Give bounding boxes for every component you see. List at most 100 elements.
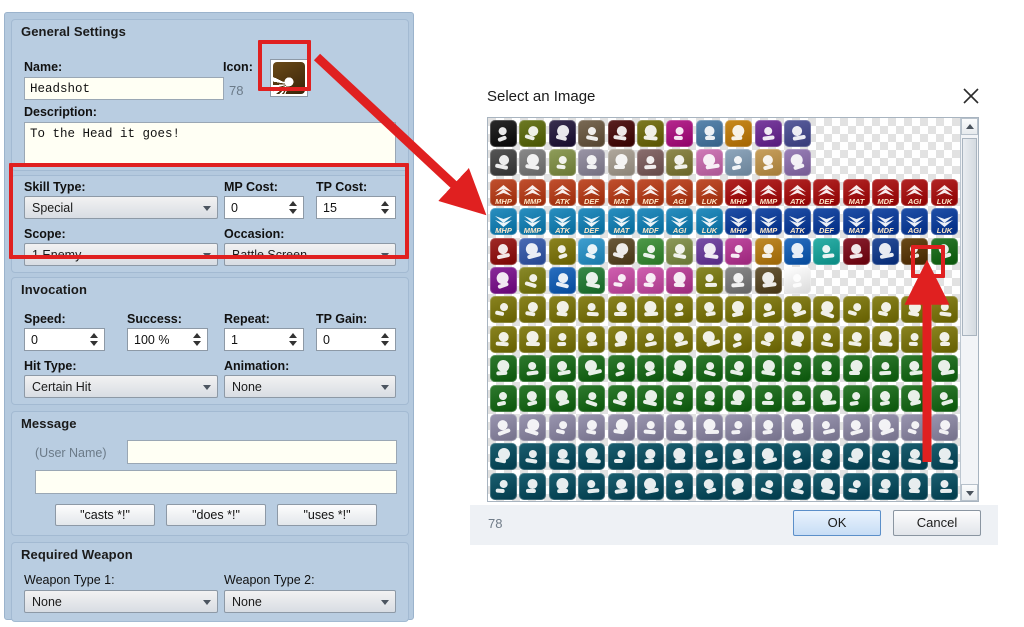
icon-grid-cell[interactable] (665, 384, 694, 413)
icon-grid-cell[interactable] (489, 266, 518, 295)
icon-grid-cell[interactable]: MMP (518, 178, 547, 207)
icon-grid-cell[interactable] (871, 119, 900, 148)
icon-grid-cell[interactable] (871, 325, 900, 354)
icon-grid-cell[interactable] (724, 148, 753, 177)
icon-grid-cell[interactable] (607, 295, 636, 324)
icon-grid-cell[interactable]: DEF (812, 207, 841, 236)
icon-grid-cell[interactable] (812, 295, 841, 324)
icon-grid-cell[interactable] (489, 472, 518, 501)
icon-grid-cell[interactable] (871, 266, 900, 295)
icon-grid-cell[interactable] (665, 119, 694, 148)
description-input[interactable]: To the Head it goes! (24, 122, 396, 167)
icon-grid-cell[interactable] (724, 325, 753, 354)
icon-grid-cell[interactable]: AGI (900, 178, 929, 207)
icon-grid-cell[interactable] (548, 354, 577, 383)
icon-grid-cell[interactable] (812, 119, 841, 148)
icon-grid-cell[interactable] (842, 384, 871, 413)
icon-grid-cell[interactable] (607, 148, 636, 177)
icon-grid-cell[interactable] (783, 237, 812, 266)
icon-grid-cell[interactable] (518, 295, 547, 324)
success-stepper[interactable]: 100 % (127, 328, 208, 351)
icon-grid-cell[interactable] (607, 472, 636, 501)
icon-grid-cell[interactable]: MMP (518, 207, 547, 236)
icon-grid-cell[interactable] (783, 442, 812, 471)
icon-grid-cell[interactable] (783, 413, 812, 442)
icon-grid-cell[interactable] (636, 325, 665, 354)
icon-grid-cell[interactable] (754, 354, 783, 383)
icon-grid-cell[interactable] (636, 148, 665, 177)
icon-grid-cell[interactable] (842, 354, 871, 383)
icon-grid-cell[interactable] (724, 295, 753, 324)
icon-grid-cell[interactable]: MDF (636, 207, 665, 236)
icon-grid-cell[interactable] (665, 472, 694, 501)
skill-type-select[interactable]: Special (24, 196, 218, 219)
stepper-down-icon[interactable] (90, 341, 98, 346)
icon-grid-cell[interactable] (518, 413, 547, 442)
icon-grid-cell[interactable]: MAT (842, 207, 871, 236)
icon-grid-cell[interactable] (930, 266, 959, 295)
hit-type-select[interactable]: Certain Hit (24, 375, 218, 398)
icon-grid-cell[interactable]: MMP (754, 207, 783, 236)
icon-grid-cell[interactable]: MAT (607, 207, 636, 236)
icon-grid-cell[interactable] (489, 413, 518, 442)
icon-grid-cell[interactable] (607, 325, 636, 354)
icon-grid-cell[interactable] (636, 354, 665, 383)
message-line2-input[interactable] (35, 470, 397, 494)
icon-grid-cell[interactable]: ATK (783, 178, 812, 207)
icon-grid-cell[interactable] (489, 354, 518, 383)
icon-grid-cell[interactable]: MHP (724, 207, 753, 236)
icon-grid-cell[interactable]: MHP (724, 178, 753, 207)
icon-grid-cell[interactable] (754, 266, 783, 295)
icon-grid-cell[interactable] (548, 148, 577, 177)
occasion-select[interactable]: Battle Screen (224, 243, 396, 266)
icon-grid-cell[interactable] (930, 295, 959, 324)
icon-grid-cell[interactable] (842, 442, 871, 471)
icon-grid-cell[interactable] (783, 354, 812, 383)
scroll-down-button[interactable] (961, 484, 978, 501)
icon-grid-cell[interactable]: MAT (842, 178, 871, 207)
icon-grid-cell[interactable] (754, 413, 783, 442)
scope-select[interactable]: 1 Enemy (24, 243, 218, 266)
icon-grid-cell[interactable] (695, 148, 724, 177)
icon-grid-cell[interactable]: AGI (665, 178, 694, 207)
icon-grid-cell[interactable] (665, 295, 694, 324)
icon-grid-cell[interactable] (930, 413, 959, 442)
icon-grid-cell[interactable]: AGI (900, 207, 929, 236)
name-input[interactable] (24, 77, 224, 100)
icon-grid-cell[interactable] (489, 325, 518, 354)
icon-grid-cell[interactable] (489, 384, 518, 413)
icon-grid-cell[interactable] (871, 148, 900, 177)
icon-grid-cell[interactable] (812, 325, 841, 354)
preset-uses-button[interactable]: "uses *!" (277, 504, 377, 526)
stepper-down-icon[interactable] (289, 341, 297, 346)
icon-grid-cell[interactable] (695, 295, 724, 324)
weapon-type-1-select[interactable]: None (24, 590, 218, 613)
icon-grid-scroll-viewport[interactable]: MHP MMP ATK DEF MAT MDF AGI LUK MHP MMP ATK DEF MAT M… (488, 118, 960, 501)
stepper-down-icon[interactable] (289, 209, 297, 214)
icon-grid-cell[interactable] (754, 237, 783, 266)
icon-grid-cell[interactable] (900, 442, 929, 471)
icon-grid-cell[interactable] (489, 148, 518, 177)
icon-grid-cell[interactable] (636, 237, 665, 266)
stepper-down-icon[interactable] (381, 209, 389, 214)
icon-grid-cell[interactable] (577, 413, 606, 442)
icon-grid-cell[interactable] (665, 148, 694, 177)
icon-grid-cell[interactable] (665, 266, 694, 295)
icon-grid-cell[interactable] (900, 472, 929, 501)
cancel-button[interactable]: Cancel (893, 510, 981, 536)
icon-grid-cell[interactable] (900, 413, 929, 442)
icon-grid-cell[interactable] (695, 472, 724, 501)
icon-grid-cell[interactable] (607, 119, 636, 148)
message-line1-input[interactable] (127, 440, 397, 464)
icon-grid-cell[interactable] (783, 295, 812, 324)
stepper-down-icon[interactable] (193, 341, 201, 346)
icon-grid-cell[interactable] (812, 413, 841, 442)
icon-preview-button[interactable] (270, 59, 308, 97)
tp-gain-stepper[interactable]: 0 (316, 328, 396, 351)
icon-grid-cell[interactable] (636, 384, 665, 413)
icon-grid-cell[interactable] (900, 354, 929, 383)
icon-grid-cell[interactable] (518, 384, 547, 413)
icon-grid-cell[interactable]: MHP (489, 178, 518, 207)
icon-grid-cell[interactable] (577, 472, 606, 501)
icon-grid-cell[interactable] (636, 119, 665, 148)
